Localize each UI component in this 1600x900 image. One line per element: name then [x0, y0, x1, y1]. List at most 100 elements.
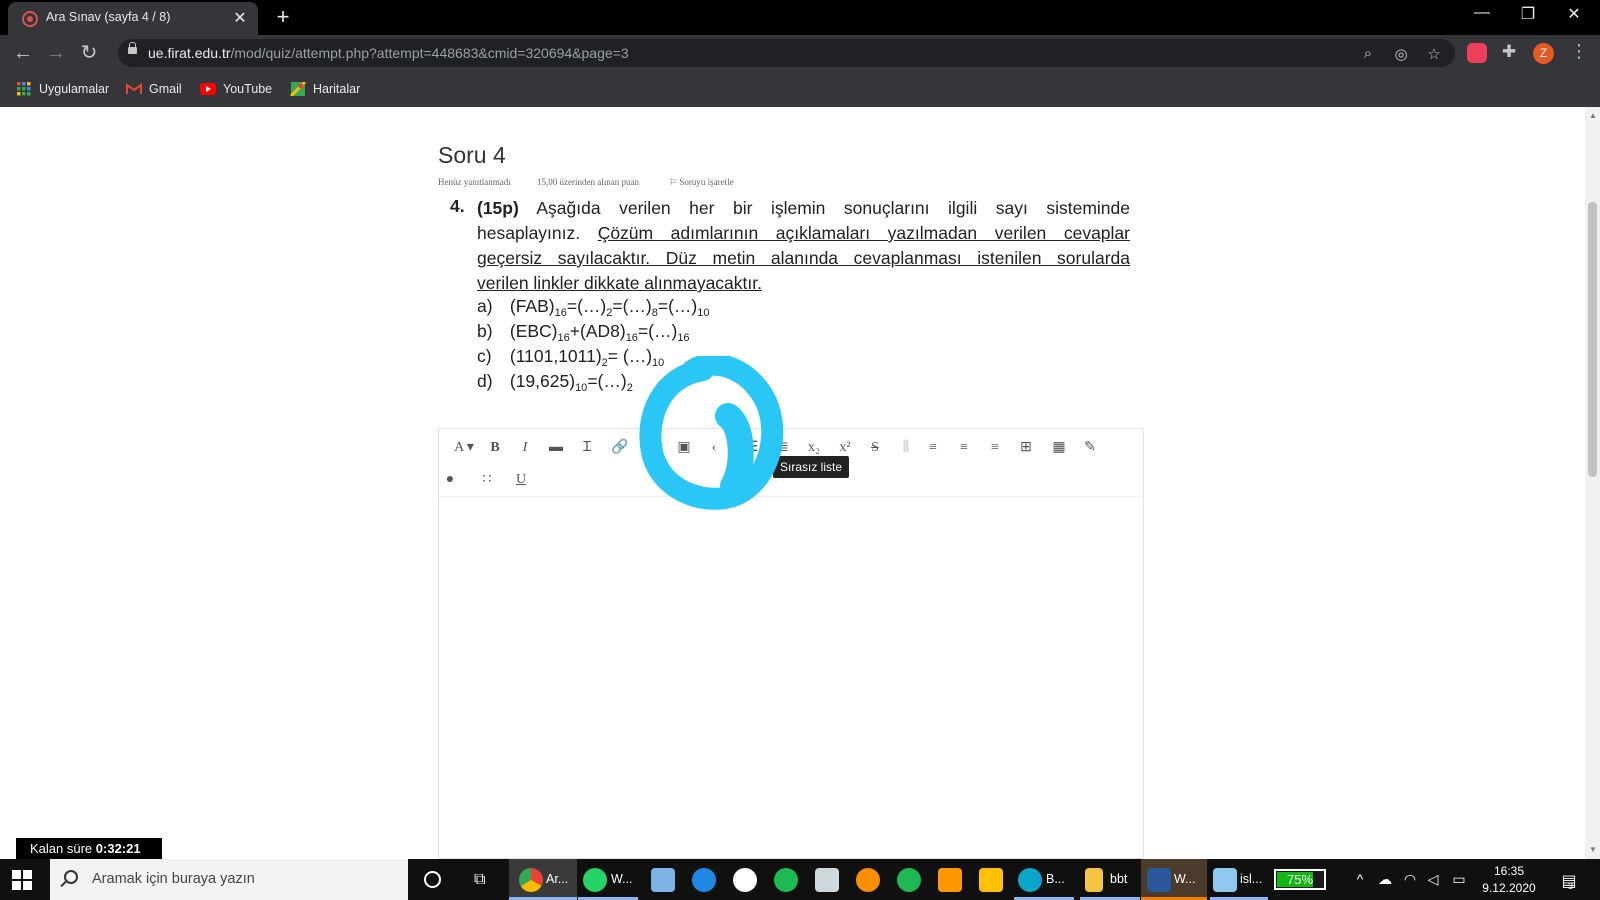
reload-button[interactable]: ↻: [77, 41, 101, 65]
start-button[interactable]: [12, 870, 32, 890]
orange-app-icon[interactable]: [856, 868, 880, 892]
link-icon[interactable]: 🔗: [609, 437, 631, 459]
scroll-down-icon[interactable]: ▼: [1588, 845, 1598, 854]
taskbar-label: B...: [1046, 872, 1065, 886]
search-icon: [64, 870, 78, 884]
item-part: (19,625): [509, 371, 576, 391]
task-view-icon[interactable]: ⧉: [474, 871, 485, 889]
onedrive-icon[interactable]: ☁: [1376, 871, 1394, 888]
screenreader-icon[interactable]: ∷: [476, 469, 498, 491]
tab-close-icon[interactable]: ✕: [230, 8, 250, 28]
item-subscript: 16: [554, 307, 567, 319]
indent-icon[interactable]: ⫼: [895, 437, 917, 459]
tab-title: Ara Sınav (sayfa 4 / 8): [46, 10, 171, 24]
whatsapp-icon[interactable]: [583, 868, 607, 892]
chrome-menu-icon[interactable]: ⋮: [1570, 41, 1588, 62]
teamviewer-icon[interactable]: [692, 868, 716, 892]
github-icon[interactable]: [733, 868, 757, 892]
timer-value: 0:32:21: [95, 841, 141, 856]
item-subscript: 10: [575, 382, 588, 394]
scroll-up-icon[interactable]: ▲: [1588, 111, 1598, 120]
notepad-icon[interactable]: [1213, 868, 1237, 892]
question-item-d: d) (19,625)10=(…)2: [477, 371, 633, 394]
bookmark-label: Gmail: [149, 82, 182, 96]
pocket-extension-icon[interactable]: [1467, 43, 1487, 63]
tracking-eye-icon[interactable]: ◎: [1392, 45, 1410, 63]
notes-app-icon[interactable]: [979, 868, 1003, 892]
question-text: Aşağıda verilen her bir işlemin sonuçlar…: [536, 198, 1130, 218]
volume-icon[interactable]: ◁: [1424, 871, 1442, 888]
bookmark-apps[interactable]: Uygulamalar: [16, 80, 109, 98]
wifi-icon[interactable]: ◠: [1401, 871, 1419, 888]
url-text[interactable]: ue.firat.edu.tr/mod/quiz/attempt.php?att…: [148, 45, 629, 61]
clear-format-icon[interactable]: Ɪ: [576, 437, 598, 459]
bookmarks-bar: Uygulamalar Gmail YouTube Haritalar: [0, 71, 1600, 107]
battery-percent: 75%: [1286, 872, 1314, 887]
flag-question-link[interactable]: ⚐ Soruyu işaretle: [669, 177, 734, 188]
question-line-1: (15p) Aşağıda verilen her bir işlemin so…: [477, 196, 1130, 221]
restore-button[interactable]: ❐: [1508, 4, 1548, 24]
youtube-icon: [200, 83, 216, 95]
address-bar[interactable]: ue.firat.edu.tr/mod/quiz/attempt.php?att…: [118, 39, 1455, 67]
item-letter: a): [477, 296, 493, 316]
scrollbar-thumb[interactable]: [1588, 202, 1597, 477]
window-close-button[interactable]: ✕: [1554, 4, 1594, 24]
taskbar-label: W...: [611, 872, 633, 886]
folder-icon[interactable]: [1085, 868, 1103, 892]
question-line-2: hesaplayınız. Çözüm adımlarının açıklama…: [477, 221, 1130, 246]
question-status: Henüz yanıtlanmadı: [438, 177, 511, 187]
accessibility-icon[interactable]: ●: [439, 469, 461, 491]
lock-icon: [128, 42, 137, 54]
gmail-icon: [126, 83, 142, 94]
annotation-scribble: [639, 356, 784, 510]
italic-icon[interactable]: I: [514, 437, 536, 459]
font-menu-icon[interactable]: A ▾: [447, 437, 481, 459]
edit-icon[interactable]: ✎: [1079, 437, 1101, 459]
bookmark-maps[interactable]: Haritalar: [290, 80, 360, 98]
back-button[interactable]: ←: [11, 41, 35, 65]
map-pin-app-icon[interactable]: [774, 868, 798, 892]
notification-count: 3: [1568, 881, 1574, 891]
edge-icon[interactable]: [1018, 868, 1042, 892]
chrome-icon: [519, 868, 543, 892]
underline-icon[interactable]: U: [510, 469, 532, 491]
item-part: =(…): [637, 321, 678, 341]
table-icon[interactable]: ⊞: [1015, 437, 1037, 459]
align-center-icon[interactable]: ≡: [953, 437, 975, 459]
cube-app-icon[interactable]: [651, 868, 675, 892]
forward-button[interactable]: →: [44, 41, 68, 65]
page-scrollbar[interactable]: ▲ ▼: [1585, 107, 1600, 859]
sublime-text-icon[interactable]: [938, 868, 962, 892]
new-tab-button[interactable]: +: [270, 4, 296, 30]
bold-icon[interactable]: B: [484, 437, 506, 459]
zoom-icon[interactable]: ⌕: [1359, 45, 1377, 62]
clock-time[interactable]: 16:35: [1476, 864, 1542, 878]
bookmark-star-icon[interactable]: ☆: [1425, 45, 1443, 63]
bookmark-label: Uygulamalar: [39, 82, 110, 96]
taskbar-search[interactable]: Aramak için buraya yazın: [50, 859, 408, 900]
browser-tab[interactable]: Ara Sınav (sayfa 4 / 8) ✕: [8, 2, 258, 35]
question-points: 15,00 üzerinden alınan puan: [537, 177, 639, 187]
equation-icon[interactable]: ▦: [1048, 437, 1070, 459]
strikethrough-icon[interactable]: S: [864, 437, 886, 459]
align-left-icon[interactable]: ≡: [922, 437, 944, 459]
bookmark-youtube[interactable]: YouTube: [200, 80, 272, 98]
bookmark-gmail[interactable]: Gmail: [126, 80, 182, 98]
minimize-button[interactable]: —: [1462, 4, 1502, 22]
cortana-icon[interactable]: [424, 871, 441, 888]
item-letter: b): [477, 321, 493, 341]
battery-tray-icon[interactable]: ▭: [1450, 871, 1468, 888]
windows-logo-icon: [12, 870, 21, 879]
tray-chevron-icon[interactable]: ^: [1351, 871, 1369, 887]
item-part: =(…): [612, 296, 652, 316]
profile-avatar[interactable]: Z: [1533, 43, 1554, 64]
horizontal-rule-icon[interactable]: ▬: [545, 437, 567, 459]
battery-widget[interactable]: 75%: [1274, 869, 1326, 890]
virtualbox-icon[interactable]: [815, 868, 839, 892]
question-points-label: (15p): [477, 198, 519, 218]
spotify-icon[interactable]: [897, 868, 921, 892]
extensions-puzzle-icon[interactable]: ✚: [1500, 42, 1518, 62]
question-line-3: geçersiz sayılacaktır. Düz metin alanınd…: [477, 248, 1130, 268]
align-right-icon[interactable]: ≡: [984, 437, 1006, 459]
clock-date[interactable]: 9.12.2020: [1476, 881, 1542, 895]
